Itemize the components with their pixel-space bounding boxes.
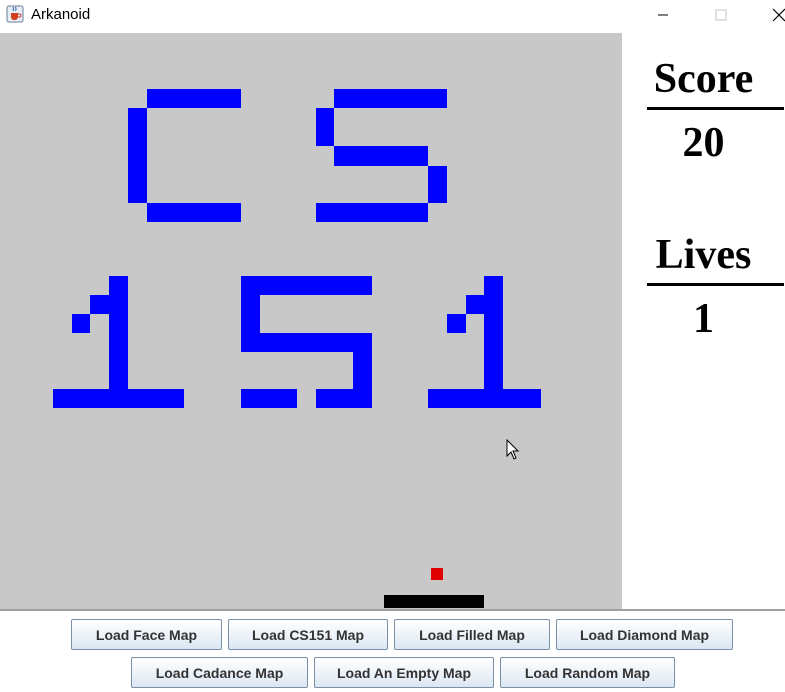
brick (53, 389, 184, 408)
brick (241, 389, 297, 408)
brick (466, 295, 484, 314)
stats-panel: Score 20 Lives 1 (622, 33, 785, 609)
minimize-button[interactable] (640, 0, 686, 30)
lives-divider (647, 283, 784, 286)
map-button-bar: Load Face Map Load CS151 Map Load Filled… (0, 611, 785, 692)
paddle[interactable] (384, 595, 484, 608)
score-divider (647, 107, 784, 110)
game-board[interactable] (0, 33, 622, 609)
brick (316, 389, 372, 408)
close-icon (772, 8, 785, 22)
load-random-map-button[interactable]: Load Random Map (500, 657, 675, 688)
window-title: Arkanoid (31, 6, 91, 23)
brick (447, 314, 466, 333)
brick (316, 203, 428, 222)
score-value: 20 (682, 120, 725, 166)
brick (147, 203, 241, 222)
brick (316, 108, 334, 146)
load-filled-map-button[interactable]: Load Filled Map (394, 619, 550, 650)
lives-label: Lives (655, 232, 752, 278)
java-cup-icon (6, 5, 24, 23)
close-button[interactable] (756, 0, 785, 30)
brick (428, 166, 447, 203)
mouse-cursor-icon (506, 439, 520, 460)
ball (431, 568, 443, 580)
load-empty-map-button[interactable]: Load An Empty Map (314, 657, 494, 688)
load-cadance-map-button[interactable]: Load Cadance Map (131, 657, 308, 688)
load-cs151-map-button[interactable]: Load CS151 Map (228, 619, 388, 650)
brick (241, 295, 260, 333)
brick (90, 295, 109, 314)
brick (428, 389, 541, 408)
lives-value: 1 (693, 296, 714, 342)
brick (334, 89, 447, 108)
load-face-map-button[interactable]: Load Face Map (71, 619, 222, 650)
maximize-icon (715, 9, 727, 21)
load-diamond-map-button[interactable]: Load Diamond Map (556, 619, 733, 650)
maximize-button[interactable] (698, 0, 744, 30)
brick (128, 108, 147, 203)
brick (72, 314, 90, 333)
minimize-icon (658, 14, 668, 16)
brick (241, 276, 372, 295)
brick (241, 333, 372, 352)
brick (147, 89, 241, 108)
title-bar: Arkanoid (0, 0, 785, 30)
score-label: Score (653, 56, 754, 102)
brick (334, 146, 428, 166)
